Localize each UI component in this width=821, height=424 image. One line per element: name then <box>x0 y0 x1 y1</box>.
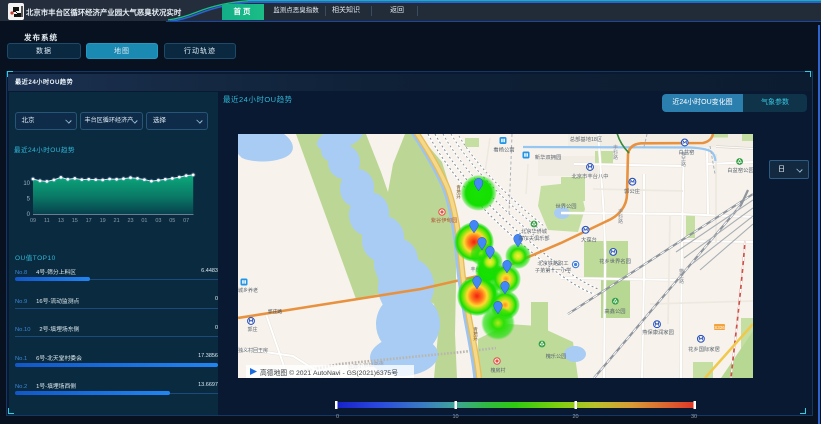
svg-text:05: 05 <box>169 218 175 224</box>
svg-text:槐乐公园: 槐乐公园 <box>546 352 567 360</box>
svg-text:13: 13 <box>58 218 64 224</box>
svg-text:高鑫公园: 高鑫公园 <box>604 307 625 315</box>
svg-text:燕保康润家园: 燕保康润家园 <box>642 328 674 336</box>
svg-text:花乡国际家居: 花乡国际家居 <box>688 345 720 353</box>
svg-text:紫谷伊甸园: 紫谷伊甸园 <box>431 216 458 224</box>
svg-text:高尔夫俱乐部: 高尔夫俱乐部 <box>518 234 549 242</box>
svg-text:11: 11 <box>44 218 50 224</box>
svg-text:樊羊路: 樊羊路 <box>678 268 684 285</box>
svg-text:30: 30 <box>691 414 697 420</box>
svg-text:丰科路: 丰科路 <box>617 208 623 225</box>
svg-text:青塔环: 青塔环 <box>473 326 479 342</box>
svg-text:独义村回王房: 独义村回王房 <box>238 347 268 354</box>
svg-text:白盆窑公园: 白盆窑公园 <box>727 166 753 174</box>
svg-text:樊羊路: 樊羊路 <box>680 151 686 168</box>
svg-text:19: 19 <box>100 218 106 224</box>
svg-text:郭庄路: 郭庄路 <box>268 308 283 315</box>
svg-text:5: 5 <box>27 197 31 203</box>
svg-text:09: 09 <box>30 218 36 224</box>
svg-text:03: 03 <box>155 218 161 224</box>
svg-text:23: 23 <box>127 218 133 224</box>
svg-text:看杨公寓: 看杨公寓 <box>493 146 514 154</box>
svg-text:北京铁路职工: 北京铁路职工 <box>537 259 568 267</box>
svg-text:新华双拥园: 新华双拥园 <box>535 153 562 161</box>
svg-text:槐房村: 槐房村 <box>490 367 505 374</box>
svg-text:10: 10 <box>452 414 458 420</box>
svg-text:世界公园: 世界公园 <box>555 202 576 210</box>
svg-text:郭公庄: 郭公庄 <box>624 187 641 195</box>
svg-text:01: 01 <box>141 218 147 224</box>
svg-text:07: 07 <box>183 218 189 224</box>
svg-text:大葆台: 大葆台 <box>581 236 597 244</box>
svg-text:青塔环: 青塔环 <box>456 184 462 200</box>
svg-text:0: 0 <box>336 414 339 420</box>
svg-text:17: 17 <box>86 218 92 224</box>
svg-text:21: 21 <box>114 218 120 224</box>
svg-text:花乡世界名园: 花乡世界名园 <box>599 257 631 265</box>
svg-text:城乡养老: 城乡养老 <box>238 287 258 294</box>
svg-text:10: 10 <box>23 181 30 187</box>
svg-text:20: 20 <box>572 414 578 420</box>
svg-text:北京市丰台八中: 北京市丰台八中 <box>571 172 608 180</box>
svg-text:北京华侨城: 北京华侨城 <box>521 227 548 235</box>
svg-text:总部基地18区: 总部基地18区 <box>570 135 603 143</box>
svg-text:子弟第十一小学: 子弟第十一小学 <box>535 266 571 274</box>
svg-text:15: 15 <box>72 218 78 224</box>
svg-text:高德地图 © 2021 AutoNavi - GS(2021: 高德地图 © 2021 AutoNavi - GS(2021)6375号 <box>260 368 398 377</box>
svg-text:S326: S326 <box>714 325 725 330</box>
svg-text:郭庄: 郭庄 <box>247 326 257 333</box>
svg-text:丰科路: 丰科路 <box>612 144 618 161</box>
